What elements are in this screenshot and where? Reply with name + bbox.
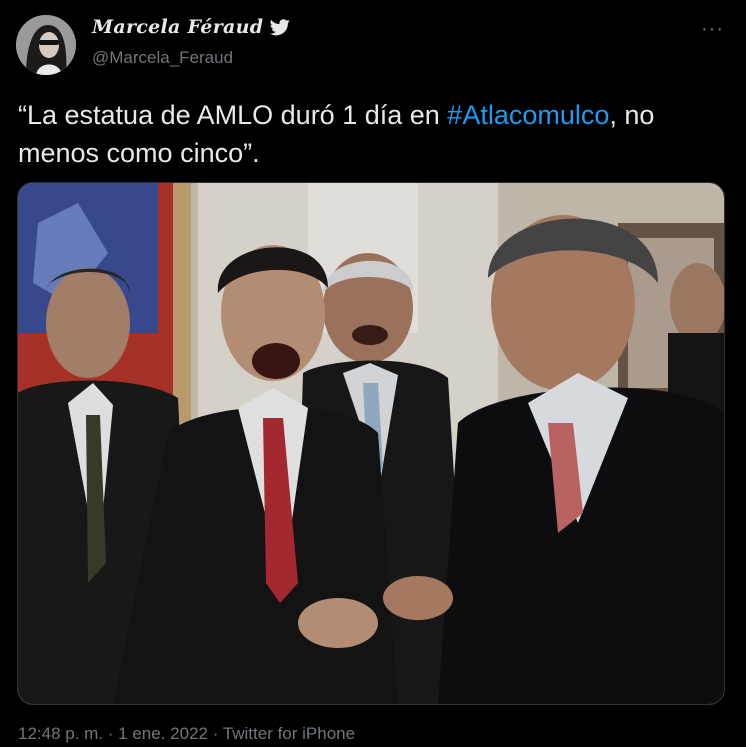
tweet-text: “La estatua de AMLO duró 1 día en #Atlac… — [18, 96, 728, 172]
tweet-meta: 12:48 p. m. · 1 ene. 2022 · Twitter for … — [18, 724, 355, 744]
tweet-time[interactable]: 12:48 p. m. — [18, 724, 103, 743]
meta-separator: · — [103, 724, 119, 743]
tweet-source[interactable]: Twitter for iPhone — [223, 724, 355, 743]
meta-separator: · — [207, 724, 223, 743]
display-name-text: Marcela Féraud — [92, 16, 264, 38]
author-handle[interactable]: @Marcela_Feraud — [92, 48, 233, 68]
tweet-text-before: “La estatua de AMLO duró 1 día en — [18, 100, 448, 130]
hashtag-link[interactable]: #Atlacomulco — [447, 100, 609, 130]
profile-photo — [16, 15, 76, 75]
more-options-button[interactable]: ··· — [701, 18, 724, 41]
twitter-bird-icon — [270, 18, 290, 35]
author-display-name[interactable]: Marcela Féraud — [92, 16, 290, 38]
tweet-photo[interactable] — [17, 182, 725, 705]
photo-men-laughing — [18, 183, 724, 704]
tweet-date[interactable]: 1 ene. 2022 — [118, 724, 208, 743]
avatar[interactable] — [16, 15, 76, 75]
